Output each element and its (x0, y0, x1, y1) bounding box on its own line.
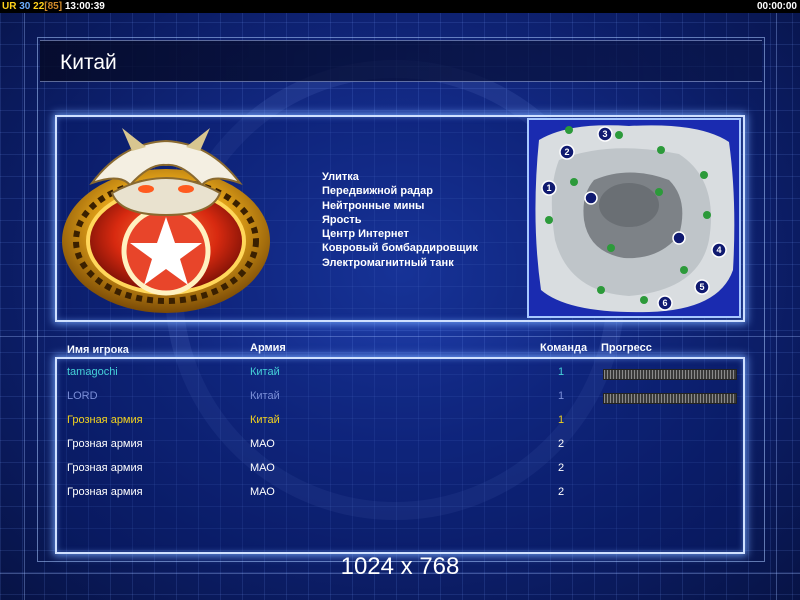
player-name: Грозная армия (67, 462, 143, 474)
column-header-army: Армия (250, 342, 286, 354)
player-army: Китай (250, 414, 280, 426)
player-army: МАО (250, 438, 275, 450)
feature-item: Ярость (322, 213, 362, 226)
decorative-line (24, 0, 25, 600)
start-position-label: 3 (602, 129, 607, 139)
player-army: Китай (250, 390, 280, 402)
player-name: Грозная армия (67, 414, 143, 426)
status-bar: UR 30 22[85] 13:00:39 00:00:00 (0, 0, 800, 13)
status-value-a: 30 (19, 1, 31, 12)
start-position-label: 2 (564, 147, 569, 157)
progress-bar (603, 393, 737, 404)
minimap: 1 2 3 4 5 6 (527, 118, 741, 318)
resolution-label: 1024 x 768 (340, 553, 460, 580)
feature-item: Центр Интернет (322, 228, 409, 241)
player-team: 1 (558, 366, 565, 378)
player-row: Грозная армия МАО 2 (0, 438, 800, 454)
status-clock: 13:00:39 (64, 1, 105, 12)
player-team: 1 (558, 390, 565, 402)
player-army: Китай (250, 366, 280, 378)
status-value-b: 22 (33, 1, 45, 12)
feature-item: Ковровый бомбардировщик (322, 242, 478, 255)
page-title: Китай (60, 51, 117, 74)
player-team: 1 (558, 414, 565, 426)
decorative-line (776, 0, 777, 600)
start-position-label: 5 (699, 282, 704, 292)
status-value-c: [85] (44, 1, 63, 12)
player-team: 2 (558, 438, 565, 450)
game-timer: 00:00:00 (756, 1, 797, 12)
player-army: МАО (250, 486, 275, 498)
feature-item: Передвижной радар (322, 185, 434, 198)
player-row: LORD Китай 1 (0, 390, 800, 406)
column-header-team: Команда (540, 342, 588, 354)
progress-bar (603, 369, 737, 380)
player-row: Грозная армия Китай 1 (0, 414, 800, 430)
player-name: LORD (67, 390, 98, 402)
start-position-label: 4 (716, 245, 721, 255)
start-position-label: 1 (546, 183, 551, 193)
column-header-player: Имя игрока (67, 344, 129, 356)
players-panel (55, 357, 745, 554)
minimap-terrain: 1 2 3 4 5 6 (529, 120, 739, 316)
feature-item: Улитка (322, 171, 359, 183)
status-ur: UR (2, 1, 17, 12)
feature-item: Электромагнитный танк (322, 256, 454, 269)
start-position-label: 6 (662, 298, 667, 308)
player-army: МАО (250, 462, 275, 474)
faction-features-list: Улитка Передвижной радар Нейтронные мины… (322, 170, 478, 270)
player-row: Грозная армия МАО 2 (0, 462, 800, 478)
column-header-progress: Прогресс (601, 342, 652, 354)
status-left: UR 30 22[85] 13:00:39 (2, 0, 105, 13)
player-name: tamagochi (67, 366, 118, 378)
player-name: Грозная армия (67, 486, 143, 498)
page-header: Китай (40, 40, 762, 82)
player-row: tamagochi Китай 1 (0, 366, 800, 382)
player-team: 2 (558, 486, 565, 498)
dragon-star-emblem-icon (62, 128, 270, 313)
feature-item: Нейтронные мины (322, 199, 425, 212)
player-name: Грозная армия (67, 438, 143, 450)
player-row: Грозная армия МАО 2 (0, 486, 800, 502)
player-team: 2 (558, 462, 565, 474)
